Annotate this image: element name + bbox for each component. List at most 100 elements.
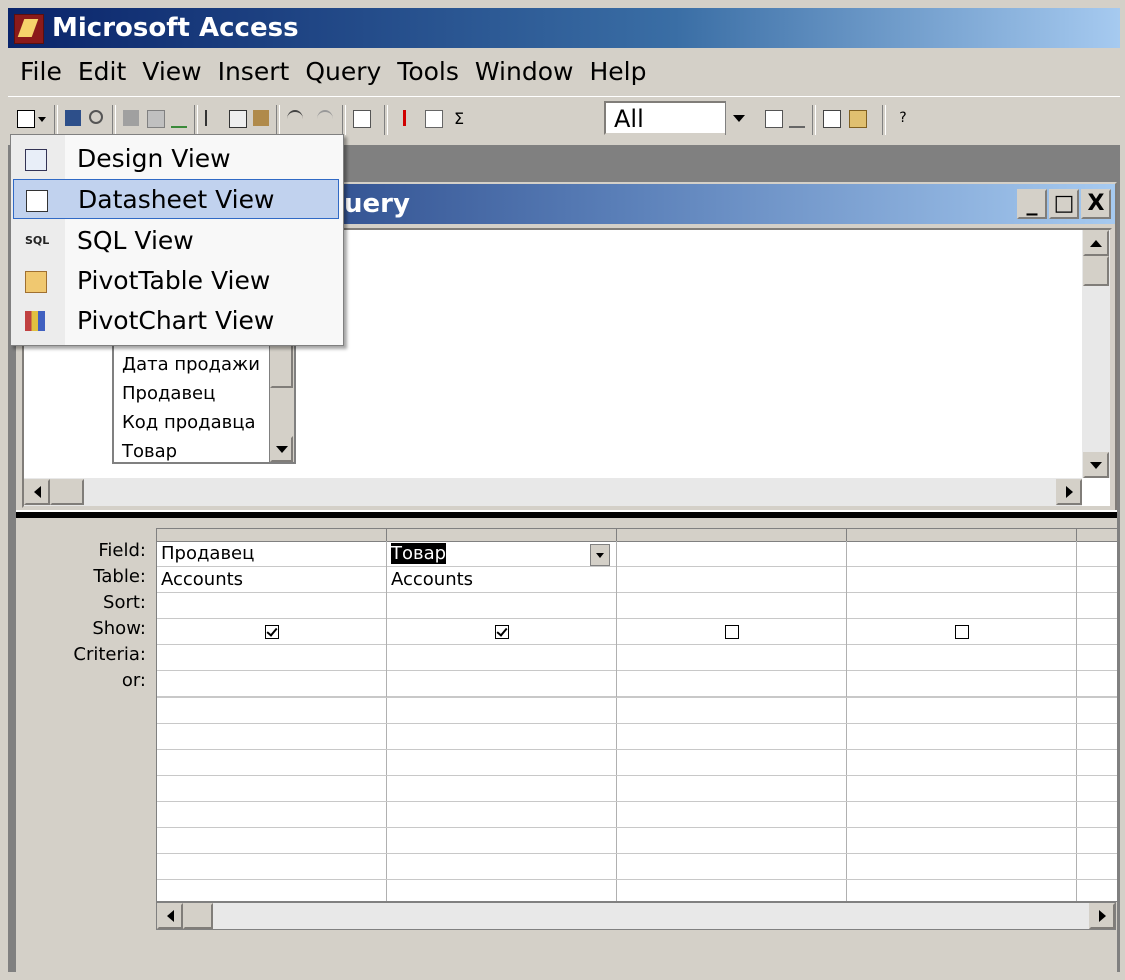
field-cell[interactable] [617, 541, 846, 567]
show-cell[interactable] [1077, 619, 1117, 645]
totals-icon[interactable]: Σ [448, 107, 470, 131]
spelling-icon[interactable] [168, 107, 190, 131]
build-icon[interactable] [786, 107, 808, 131]
row-label-or: or: [121, 670, 146, 691]
menu-insert[interactable]: Insert [210, 50, 298, 94]
table-cell[interactable] [847, 567, 1076, 593]
or-cell[interactable] [847, 671, 1076, 697]
database-window-icon[interactable] [820, 107, 842, 131]
print-preview-icon[interactable] [144, 107, 166, 131]
chevron-right-icon [1065, 486, 1073, 498]
show-checkbox[interactable] [264, 625, 279, 639]
show-cell [387, 619, 616, 645]
criteria-cell[interactable] [847, 645, 1076, 671]
field-cell[interactable]: Продавец [157, 541, 386, 567]
design-grid[interactable]: Продавец Accounts Товар Accounts [156, 528, 1118, 902]
criteria-cell[interactable] [1077, 645, 1117, 671]
or-cell[interactable] [617, 671, 846, 697]
menu-help[interactable]: Help [581, 50, 654, 94]
menu-item-design-view[interactable]: Design View [13, 139, 339, 179]
field-list-item[interactable]: Продавец [114, 379, 294, 408]
scroll-down-button[interactable] [1083, 452, 1109, 478]
save-icon[interactable] [62, 107, 84, 131]
show-cell [617, 619, 846, 645]
show-checkbox[interactable] [494, 625, 509, 639]
redo-icon[interactable] [314, 107, 336, 131]
design-grid-pane: Field: Table: Sort: Show: Criteria: or: … [16, 518, 1118, 972]
menu-view[interactable]: View [134, 50, 209, 94]
copy-icon[interactable] [226, 107, 248, 131]
scroll-left-button[interactable] [24, 479, 50, 505]
field-list-accounts[interactable]: Код Дата продажи Продавец Код продавца Т… [112, 326, 296, 464]
help-icon[interactable]: ? [892, 107, 914, 131]
cut-icon[interactable] [202, 107, 224, 131]
scroll-right-button[interactable] [1056, 479, 1082, 505]
sort-cell[interactable] [387, 593, 616, 619]
access-key-icon[interactable] [14, 14, 44, 44]
maximize-button[interactable]: □ [1049, 189, 1079, 219]
field-dropdown-button[interactable] [590, 544, 610, 566]
table-cell[interactable] [1077, 567, 1117, 593]
menu-item-pivotchart-view[interactable]: PivotChart View [13, 301, 339, 341]
show-checkbox[interactable] [954, 625, 969, 639]
scroll-left-button[interactable] [157, 903, 183, 929]
table-cell[interactable]: Accounts [157, 567, 386, 593]
menu-item-datasheet-view[interactable]: Datasheet View [13, 179, 339, 219]
field-cell[interactable] [1077, 541, 1117, 567]
criteria-cell[interactable] [617, 645, 846, 671]
sql-view-icon: SQL [25, 234, 50, 247]
properties-icon[interactable] [762, 107, 784, 131]
grid-horizontal-scrollbar[interactable] [156, 902, 1116, 930]
table-pane-vertical-scrollbar[interactable] [1082, 230, 1110, 478]
pane-splitter[interactable] [16, 510, 1117, 518]
or-cell[interactable] [157, 671, 386, 697]
sort-cell[interactable] [617, 593, 846, 619]
sort-cell[interactable] [157, 593, 386, 619]
menu-tools[interactable]: Tools [389, 50, 467, 94]
field-list-item[interactable]: Дата продажи [114, 350, 294, 379]
query-type-icon[interactable] [350, 107, 372, 131]
or-cell[interactable] [1077, 671, 1117, 697]
show-table-icon[interactable] [422, 107, 444, 131]
scrollbar-thumb[interactable] [50, 479, 84, 505]
criteria-cell[interactable] [157, 645, 386, 671]
menu-edit[interactable]: Edit [70, 50, 134, 94]
scroll-right-button[interactable] [1089, 903, 1115, 929]
new-object-icon[interactable] [846, 107, 868, 131]
run-icon[interactable] [394, 107, 416, 131]
sort-cell[interactable] [847, 593, 1076, 619]
scrollbar-thumb[interactable] [1083, 256, 1109, 286]
query-type-combo[interactable]: All [604, 101, 752, 135]
undo-icon[interactable] [284, 107, 306, 131]
view-icon[interactable] [14, 107, 36, 131]
menu-window[interactable]: Window [467, 50, 582, 94]
search-icon[interactable] [86, 107, 108, 131]
field-cell[interactable] [847, 541, 1076, 567]
sort-cell[interactable] [1077, 593, 1117, 619]
show-checkbox[interactable] [724, 625, 739, 639]
scroll-down-button[interactable] [270, 436, 293, 462]
criteria-cell[interactable] [387, 645, 616, 671]
view-dropdown-arrow-icon[interactable] [38, 107, 50, 131]
field-list-scrollbar[interactable] [269, 328, 294, 462]
menu-query[interactable]: Query [297, 50, 389, 94]
menu-item-label: PivotChart View [77, 306, 275, 335]
scrollbar-thumb[interactable] [183, 903, 213, 929]
menu-item-sql-view[interactable]: SQL SQL View [13, 221, 339, 261]
field-cell-selected[interactable]: Товар [387, 541, 616, 567]
minimize-button[interactable]: _ [1017, 189, 1047, 219]
menu-file[interactable]: File [8, 50, 70, 94]
field-list-item[interactable]: Товар [114, 437, 294, 466]
table-pane-horizontal-scrollbar[interactable] [24, 478, 1082, 506]
scroll-up-button[interactable] [1083, 230, 1109, 256]
field-list-item[interactable]: Код продавца [114, 408, 294, 437]
or-cell[interactable] [387, 671, 616, 697]
table-cell[interactable]: Accounts [387, 567, 616, 593]
close-button[interactable]: X [1081, 189, 1111, 219]
paste-icon[interactable] [250, 107, 272, 131]
chevron-down-icon[interactable] [725, 101, 752, 135]
menu-item-pivottable-view[interactable]: PivotTable View [13, 261, 339, 301]
menu-item-label: Datasheet View [78, 185, 275, 214]
print-icon[interactable] [120, 107, 142, 131]
table-cell[interactable] [617, 567, 846, 593]
